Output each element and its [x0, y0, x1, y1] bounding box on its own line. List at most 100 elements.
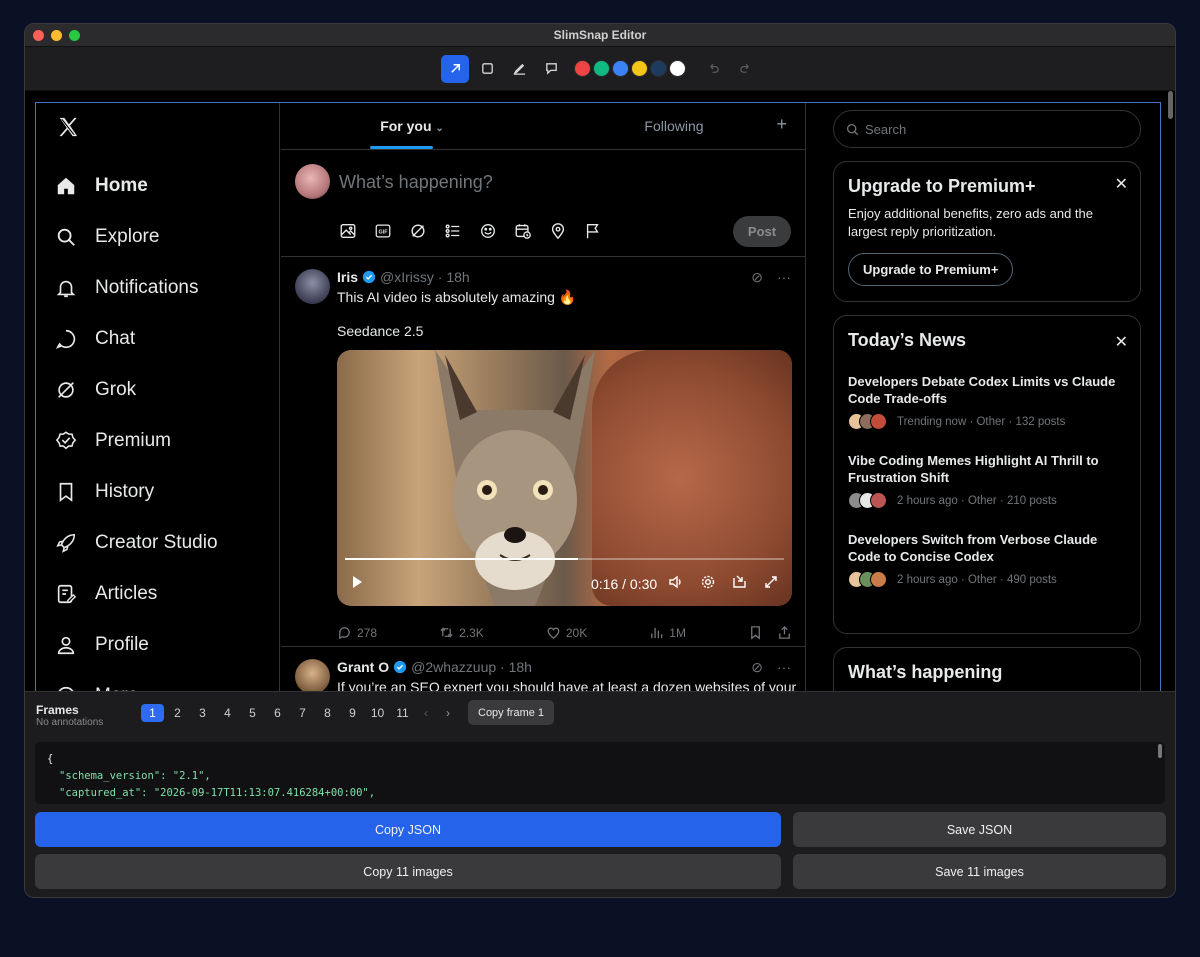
user-avatar[interactable]: [295, 164, 330, 199]
frame-page-7[interactable]: 7: [291, 704, 314, 722]
frame-page-3[interactable]: 3: [191, 704, 214, 722]
frame-page-9[interactable]: 9: [341, 704, 364, 722]
arrow-icon: [450, 64, 460, 73]
grok-icon[interactable]: ⊘: [751, 659, 763, 676]
tweet[interactable]: Grant O @2whazzuup · 18h ⊘ ··· If you’re…: [281, 647, 805, 691]
screenshot-canvas[interactable]: Home Explore Notifications Chat Grok Premium H…: [25, 91, 1175, 691]
compose-input[interactable]: What’s happening?: [339, 172, 493, 193]
minimize-window-button[interactable]: [51, 30, 62, 41]
news-item[interactable]: Vibe Coding Memes Highlight AI Thrill to…: [848, 452, 1126, 509]
nav-item-articles[interactable]: Articles: [55, 568, 218, 619]
comment-tool-button[interactable]: [537, 55, 565, 83]
more-options-icon[interactable]: ···: [777, 659, 791, 676]
next-page-chevron-icon[interactable]: ›: [438, 704, 458, 722]
fullscreen-button[interactable]: [763, 574, 779, 593]
frame-page-4[interactable]: 4: [216, 704, 239, 722]
bookmark-icon[interactable]: [748, 625, 763, 640]
frame-page-8[interactable]: 8: [316, 704, 339, 722]
tab-for-you[interactable]: For you ⌄: [281, 102, 543, 149]
save-json-button[interactable]: Save JSON: [793, 812, 1166, 847]
nav-item-explore[interactable]: Explore: [55, 211, 218, 262]
frame-page-1[interactable]: 1: [141, 704, 164, 722]
nav-item-creator-studio[interactable]: Creator Studio: [55, 517, 218, 568]
color-swatch[interactable]: [612, 60, 629, 77]
location-icon[interactable]: [549, 222, 567, 240]
nav-item-more[interactable]: More: [55, 670, 218, 691]
close-window-button[interactable]: [33, 30, 44, 41]
color-swatch[interactable]: [574, 60, 591, 77]
pip-button[interactable]: [732, 574, 748, 593]
window-title: SlimSnap Editor: [553, 28, 647, 42]
tweet-author-avatar[interactable]: [295, 659, 330, 691]
tweet-author-avatar[interactable]: [295, 269, 330, 304]
poll-icon[interactable]: [444, 222, 462, 240]
close-icon[interactable]: ✕: [1115, 332, 1128, 352]
canvas-scrollbar[interactable]: [1168, 91, 1173, 119]
nav-item-history[interactable]: History: [55, 466, 218, 517]
chat-icon: [55, 329, 76, 349]
copy-json-button[interactable]: Copy JSON: [35, 812, 781, 847]
video-progress-bar[interactable]: [345, 558, 784, 560]
undo-button[interactable]: [699, 55, 727, 83]
image-icon[interactable]: [339, 222, 357, 240]
tweet[interactable]: Iris @xIrissy · 18h ⊘ ··· This AI video …: [281, 257, 805, 647]
schedule-icon[interactable]: [514, 222, 532, 240]
person-icon: [57, 636, 75, 654]
volume-button[interactable]: [668, 574, 684, 593]
views-button[interactable]: 1M: [649, 625, 686, 640]
save-images-button[interactable]: Save 11 images: [793, 854, 1166, 889]
nav-item-notifications[interactable]: Notifications: [55, 262, 218, 313]
flag-icon[interactable]: [584, 222, 602, 240]
tweet-video[interactable]: 0:16 / 0:30: [337, 350, 792, 606]
copy-frame-button[interactable]: Copy frame 1: [468, 700, 555, 725]
color-swatch[interactable]: [593, 60, 610, 77]
repost-button[interactable]: 2.3K: [439, 625, 484, 640]
reply-button[interactable]: 278: [337, 625, 377, 640]
like-button[interactable]: 20K: [546, 625, 587, 640]
news-item[interactable]: Developers Debate Codex Limits vs Claude…: [848, 373, 1126, 430]
prev-page-chevron-icon[interactable]: ‹: [416, 704, 436, 722]
add-tab-icon[interactable]: +: [776, 114, 787, 135]
share-icon[interactable]: [777, 625, 792, 640]
color-swatch[interactable]: [669, 60, 686, 77]
zoom-window-button[interactable]: [69, 30, 80, 41]
color-swatch[interactable]: [650, 60, 667, 77]
grok-icon[interactable]: [409, 222, 427, 240]
grok-icon[interactable]: ⊘: [751, 269, 763, 286]
news-avatars: [848, 413, 887, 430]
tweet-author-name[interactable]: Iris: [337, 269, 358, 285]
nav-item-label: Explore: [95, 225, 160, 247]
frame-page-10[interactable]: 10: [366, 704, 389, 722]
nav-item-home[interactable]: Home: [55, 160, 218, 211]
search-input[interactable]: Search: [833, 110, 1141, 148]
news-item[interactable]: Developers Switch from Verbose Claude Co…: [848, 531, 1126, 588]
frame-page-2[interactable]: 2: [166, 704, 189, 722]
pen-tool-button[interactable]: [505, 55, 533, 83]
frame-page-11[interactable]: 11: [391, 704, 414, 722]
more-options-icon[interactable]: ···: [777, 269, 791, 286]
json-preview[interactable]: {"schema_version": "2.1", "captured_at": …: [35, 742, 1165, 804]
post-button[interactable]: Post: [733, 216, 791, 247]
copy-images-button[interactable]: Copy 11 images: [35, 854, 781, 889]
color-swatch[interactable]: [631, 60, 648, 77]
play-button[interactable]: [349, 574, 365, 593]
frame-page-6[interactable]: 6: [266, 704, 289, 722]
json-scrollbar[interactable]: [1158, 744, 1162, 758]
nav-item-grok[interactable]: Grok: [55, 364, 218, 415]
redo-button[interactable]: [731, 55, 759, 83]
nav-item-profile[interactable]: Profile: [55, 619, 218, 670]
tweet-author-name[interactable]: Grant O: [337, 659, 389, 675]
emoji-icon[interactable]: [479, 222, 497, 240]
close-icon[interactable]: ✕: [1115, 174, 1128, 194]
nav-item-chat[interactable]: Chat: [55, 313, 218, 364]
rectangle-tool-button[interactable]: [473, 55, 501, 83]
gif-icon[interactable]: GIF: [374, 222, 392, 240]
video-settings-button[interactable]: [700, 574, 716, 593]
nav-item-premium[interactable]: Premium: [55, 415, 218, 466]
x-logo-icon[interactable]: [57, 116, 79, 138]
tab-following[interactable]: Following: [543, 102, 805, 149]
nav-item-label: Profile: [95, 633, 149, 655]
upgrade-premium-button[interactable]: Upgrade to Premium+: [848, 253, 1014, 286]
arrow-tool-button[interactable]: [441, 54, 469, 83]
frame-page-5[interactable]: 5: [241, 704, 264, 722]
